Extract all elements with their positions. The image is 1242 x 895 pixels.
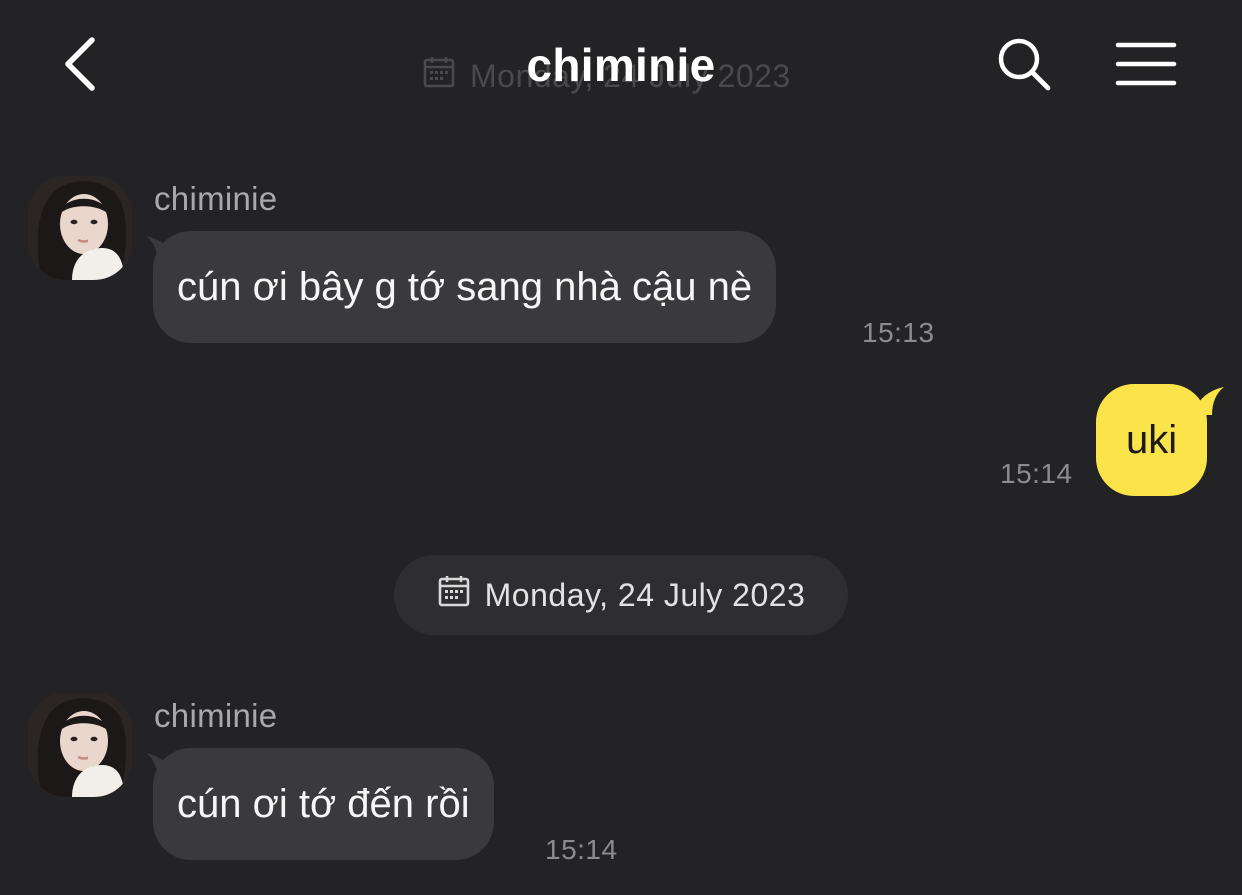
search-button[interactable]: [992, 34, 1056, 98]
bubble-tail: [1196, 387, 1224, 415]
message-bubble-outgoing[interactable]: uki: [1096, 384, 1208, 496]
message-bubble[interactable]: cún ơi bây g tớ sang nhà cậu nè: [153, 231, 777, 343]
date-divider: Monday, 24 July 2023: [394, 555, 848, 635]
menu-icon: [1114, 39, 1178, 94]
chat-screen: Monday, 24 July 2023 chiminie chiminie c…: [0, 0, 1242, 895]
message-time: 15:13: [862, 317, 935, 348]
message-time: 15:14: [1000, 458, 1073, 489]
chat-header: Monday, 24 July 2023 chiminie: [0, 0, 1242, 130]
avatar[interactable]: [28, 176, 132, 280]
message-text: cún ơi bây g tớ sang nhà cậu nè: [177, 265, 753, 309]
message-time: 15:14: [545, 834, 618, 865]
search-icon: [995, 35, 1053, 98]
menu-button[interactable]: [1110, 36, 1182, 96]
avatar[interactable]: [28, 693, 132, 797]
sender-name: chiminie: [154, 697, 278, 734]
message-text: uki: [1126, 418, 1178, 462]
date-divider-text: Monday, 24 July 2023: [484, 576, 806, 613]
message-text: cún ơi tớ đến rồi: [177, 782, 470, 826]
message-bubble[interactable]: cún ơi tớ đến rồi: [153, 748, 494, 860]
sender-name: chiminie: [154, 180, 278, 217]
calendar-icon: [437, 574, 471, 616]
